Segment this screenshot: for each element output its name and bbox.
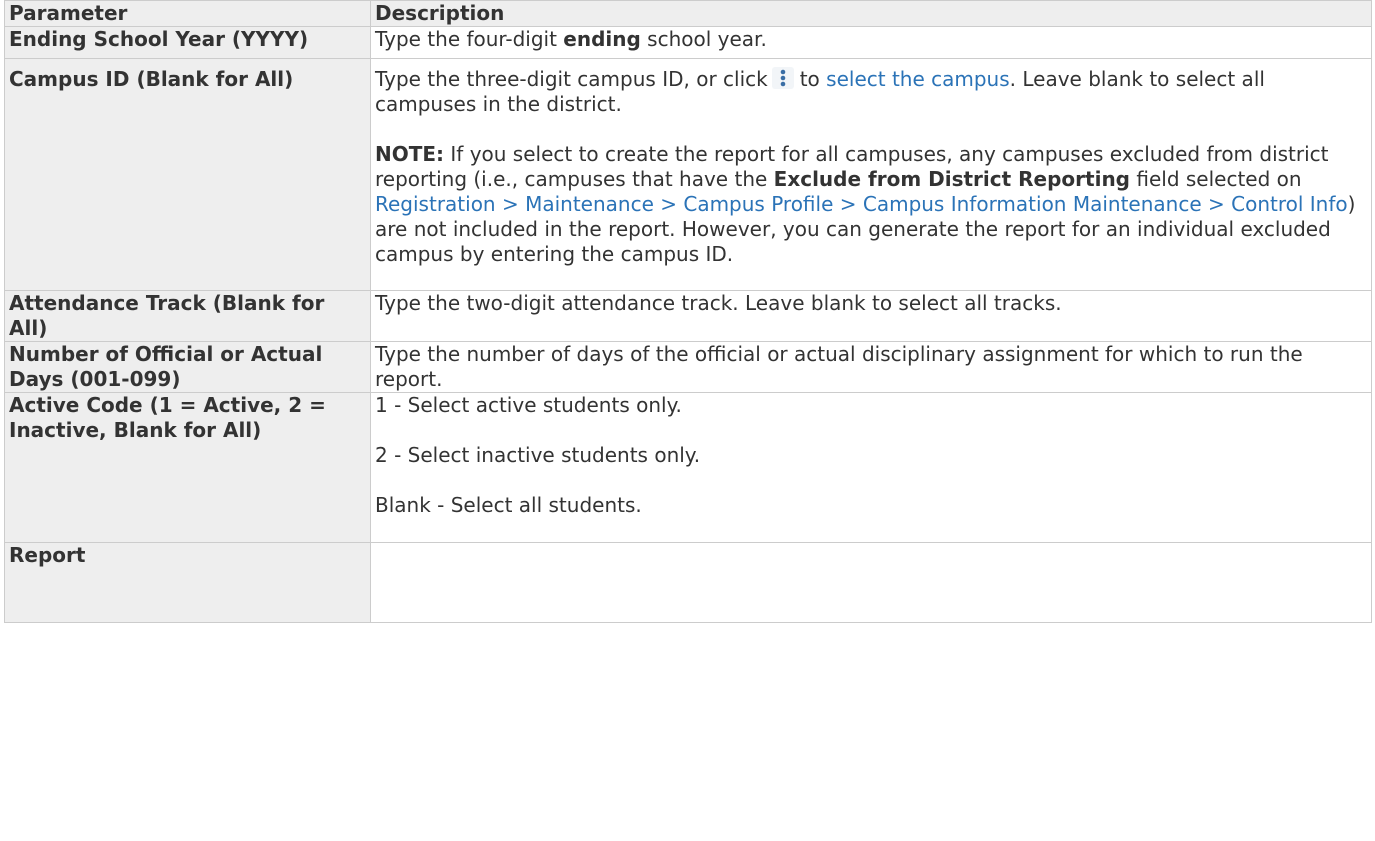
select-campus-link[interactable]: select the campus bbox=[826, 67, 1010, 91]
param-attendance-track: Attendance Track (Blank for All) bbox=[4, 290, 371, 342]
inactive-option: 2 - Select inactive students only. bbox=[375, 443, 701, 467]
desc-text: Type the three-digit campus ID, or click bbox=[375, 67, 768, 91]
param-report: Report bbox=[4, 542, 371, 623]
desc-ending-school-year: Type the four-digit ending school year. bbox=[370, 26, 1372, 59]
desc-report bbox=[370, 542, 1372, 623]
desc-text: Type the four-digit bbox=[375, 27, 564, 51]
table-row: Ending School Year (YYYY) Type the four-… bbox=[4, 26, 1372, 59]
table-row: Active Code (1 = Active, 2 = Inactive, B… bbox=[4, 392, 1372, 543]
header-row: Parameter Description bbox=[4, 0, 1372, 27]
param-ending-school-year: Ending School Year (YYYY) bbox=[4, 26, 371, 59]
table-row: Campus ID (Blank for All) Type the three… bbox=[4, 58, 1372, 291]
active-option: 1 - Select active students only. bbox=[375, 393, 682, 417]
desc-number-of-days: Type the number of days of the official … bbox=[370, 341, 1372, 393]
desc-campus-id: Type the three-digit campus ID, or click… bbox=[370, 58, 1372, 291]
desc-active-code: 1 - Select active students only. 2 - Sel… bbox=[370, 392, 1372, 543]
campus-desc-paragraph: Type the three-digit campus ID, or click… bbox=[375, 67, 1367, 117]
campus-note-paragraph: NOTE: If you select to create the report… bbox=[375, 142, 1367, 267]
param-campus-id: Campus ID (Blank for All) bbox=[4, 58, 371, 291]
parameter-column-header: Parameter bbox=[4, 0, 371, 27]
table-row: Number of Official or Actual Days (001-0… bbox=[4, 341, 1372, 393]
all-students-option: Blank - Select all students. bbox=[375, 493, 642, 517]
table-row: Report bbox=[4, 542, 1372, 623]
desc-text: school year. bbox=[640, 27, 767, 51]
desc-bold-text: ending bbox=[563, 27, 641, 51]
param-number-of-days: Number of Official or Actual Days (001-0… bbox=[4, 341, 371, 393]
desc-attendance-track: Type the two-digit attendance track. Lea… bbox=[370, 290, 1372, 342]
note-label: NOTE: bbox=[375, 142, 445, 166]
note-bold-text: Exclude from District Reporting bbox=[773, 167, 1130, 191]
parameters-table: Parameter Description Ending School Year… bbox=[4, 0, 1372, 623]
description-column-header: Description bbox=[370, 0, 1372, 27]
param-active-code: Active Code (1 = Active, 2 = Inactive, B… bbox=[4, 392, 371, 543]
campus-info-maintenance-link[interactable]: Registration > Maintenance > Campus Prof… bbox=[375, 192, 1348, 216]
desc-text: to bbox=[799, 67, 827, 91]
kebab-menu-icon[interactable] bbox=[771, 67, 794, 89]
table-row: Attendance Track (Blank for All) Type th… bbox=[4, 290, 1372, 342]
note-text: field selected on bbox=[1130, 167, 1302, 191]
